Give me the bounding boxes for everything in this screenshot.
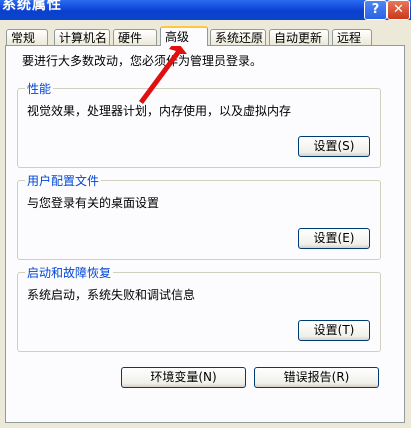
tab-remote[interactable]: 远程 xyxy=(332,29,372,45)
user-profiles-title: 用户配置文件 xyxy=(25,172,102,189)
performance-desc: 视觉效果，处理器计划，内存使用，以及虚拟内存 xyxy=(27,104,292,118)
tab-computer-name[interactable]: 计算机名 xyxy=(54,29,110,45)
tab-hardware[interactable]: 硬件 xyxy=(113,29,157,45)
performance-group: 性能 视觉效果，处理器计划，内存使用，以及虚拟内存 设置(S) xyxy=(17,80,381,168)
startup-recovery-group: 启动和故障恢复 系统启动，系统失败和调试信息 设置(T) xyxy=(17,264,381,352)
user-profiles-group: 用户配置文件 与您登录有关的桌面设置 设置(E) xyxy=(17,172,381,260)
startup-recovery-desc: 系统启动，系统失败和调试信息 xyxy=(27,288,196,302)
tab-general[interactable]: 常规 xyxy=(6,29,48,45)
tab-strip: 常规 计算机名 硬件 高级 系统还原 自动更新 远程 xyxy=(0,26,411,46)
user-profiles-desc: 与您登录有关的桌面设置 xyxy=(27,196,160,210)
title-bar: 系统属性 ? ✕ xyxy=(0,0,411,20)
user-profiles-settings-button[interactable]: 设置(E) xyxy=(298,228,370,249)
tab-automatic-updates[interactable]: 自动更新 xyxy=(269,29,329,45)
close-button[interactable]: ✕ xyxy=(387,0,410,20)
tab-system-restore[interactable]: 系统还原 xyxy=(210,29,266,45)
environment-variables-button[interactable]: 环境变量(N) xyxy=(121,367,246,388)
help-button[interactable]: ? xyxy=(364,0,387,20)
window-title: 系统属性 xyxy=(2,0,62,13)
window-right-edge xyxy=(405,20,411,428)
admin-warning: 要进行大多数改动，您必须作为管理员登录。 xyxy=(22,54,263,68)
startup-recovery-title: 启动和故障恢复 xyxy=(25,264,114,281)
startup-recovery-settings-button[interactable]: 设置(T) xyxy=(298,320,370,341)
error-reporting-button[interactable]: 错误报告(R) xyxy=(254,367,379,388)
performance-settings-button[interactable]: 设置(S) xyxy=(298,136,370,157)
tab-advanced[interactable]: 高级 xyxy=(160,26,208,46)
performance-title: 性能 xyxy=(25,80,54,97)
